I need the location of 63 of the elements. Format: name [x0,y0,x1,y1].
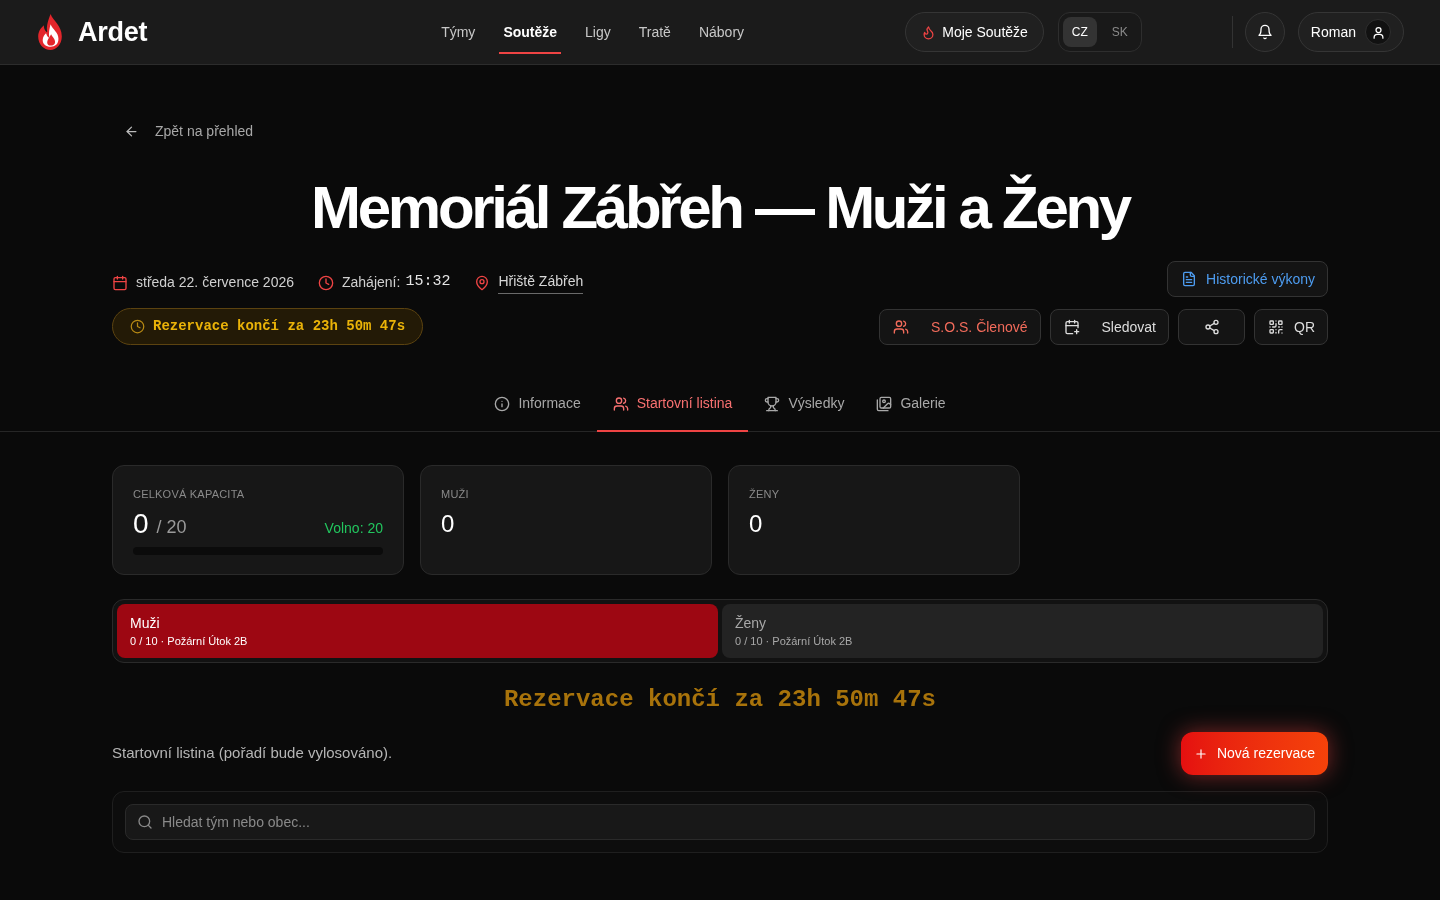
brand-name: Ardet [78,15,148,49]
user-menu-button[interactable]: Roman [1297,12,1404,52]
start-time: 15:32 [405,272,451,293]
map-pin-icon [474,274,491,291]
calendar-plus-icon [1063,319,1080,335]
language-option[interactable]: SK [1102,17,1137,47]
start-list-note: Startovní listina (pořadí bude vylosováno). [112,743,393,764]
new-reservation-button[interactable]: Nová rezervace [1180,732,1328,775]
document-icon [1181,271,1198,287]
notifications-button[interactable] [1244,12,1285,52]
category-tab[interactable]: Muži 0 / 10 · Požární Útok 2B [117,604,718,658]
language-option[interactable]: CZ [1062,17,1097,47]
nav-link[interactable]: Ligy [581,10,615,54]
tab[interactable]: Výsledky [748,377,861,432]
trophy-icon [764,395,781,412]
clock-icon [318,274,334,291]
stat-value: 0 [133,508,149,540]
nav-link[interactable]: Týmy [437,10,480,54]
countdown-text: Rezervace končí za 23h 50m 47s [503,686,937,713]
event-date: středa 22. července 2026 [136,273,294,292]
info-icon [494,395,511,412]
search-icon [137,814,153,830]
stat-value: 0 [441,509,456,539]
flame-logo-icon [36,14,64,50]
plus-icon [1193,746,1208,761]
nav-link[interactable]: Tratě [634,10,675,54]
qr-code-button[interactable]: QR [1254,309,1328,345]
clock-icon [130,319,145,334]
stat-total: / 20 [156,516,187,539]
stat-label: CELKOVÁ KAPACITA [133,487,246,502]
event-title: Memoriál Zábřeh — Muži a Ženy [310,173,1131,243]
my-competitions-button[interactable]: Moje Soutěže [905,12,1044,52]
share-icon [1203,319,1220,335]
category-name: Ženy [735,614,767,633]
stat-label: ŽENY [749,487,781,502]
user-icon [1365,19,1391,45]
free-count: Volno: 20 [324,519,383,538]
sos-members-button[interactable]: S.O.S. Členové [879,309,1041,345]
back-link[interactable]: Zpět na přehled [124,121,254,142]
users-icon [612,395,629,412]
search-field[interactable]: Hledat tým nebo obec... [125,804,1315,840]
bell-icon [1256,24,1273,40]
category-name: Muži [130,614,160,633]
stat-label: MUŽI [441,487,470,502]
category-detail: 0 / 10 · Požární Útok 2B [735,634,853,649]
images-icon [876,395,893,412]
nav-link[interactable]: Nábory [694,10,749,54]
historical-results-button[interactable]: Historické výkony [1167,261,1328,297]
follow-button[interactable]: Sledovat [1049,309,1169,345]
nav-link[interactable]: Soutěže [499,10,562,54]
location-link[interactable]: Hřiště Zábřeh [498,271,584,294]
tab[interactable]: Informace [478,377,597,432]
category-detail: 0 / 10 · Požární Útok 2B [130,634,248,649]
stat-value: 0 [749,509,764,539]
tab[interactable]: Galerie [860,377,962,432]
category-tab[interactable]: Ženy 0 / 10 · Požární Útok 2B [722,604,1323,658]
share-button[interactable] [1178,309,1245,345]
qr-code-icon [1268,319,1284,335]
calendar-icon [112,274,128,291]
countdown-badge: Rezervace končí za 23h 50m 47s [112,308,424,345]
tab[interactable]: Startovní listina [596,377,749,432]
users-icon [893,319,909,335]
start-label: Zahájení: [342,273,401,292]
